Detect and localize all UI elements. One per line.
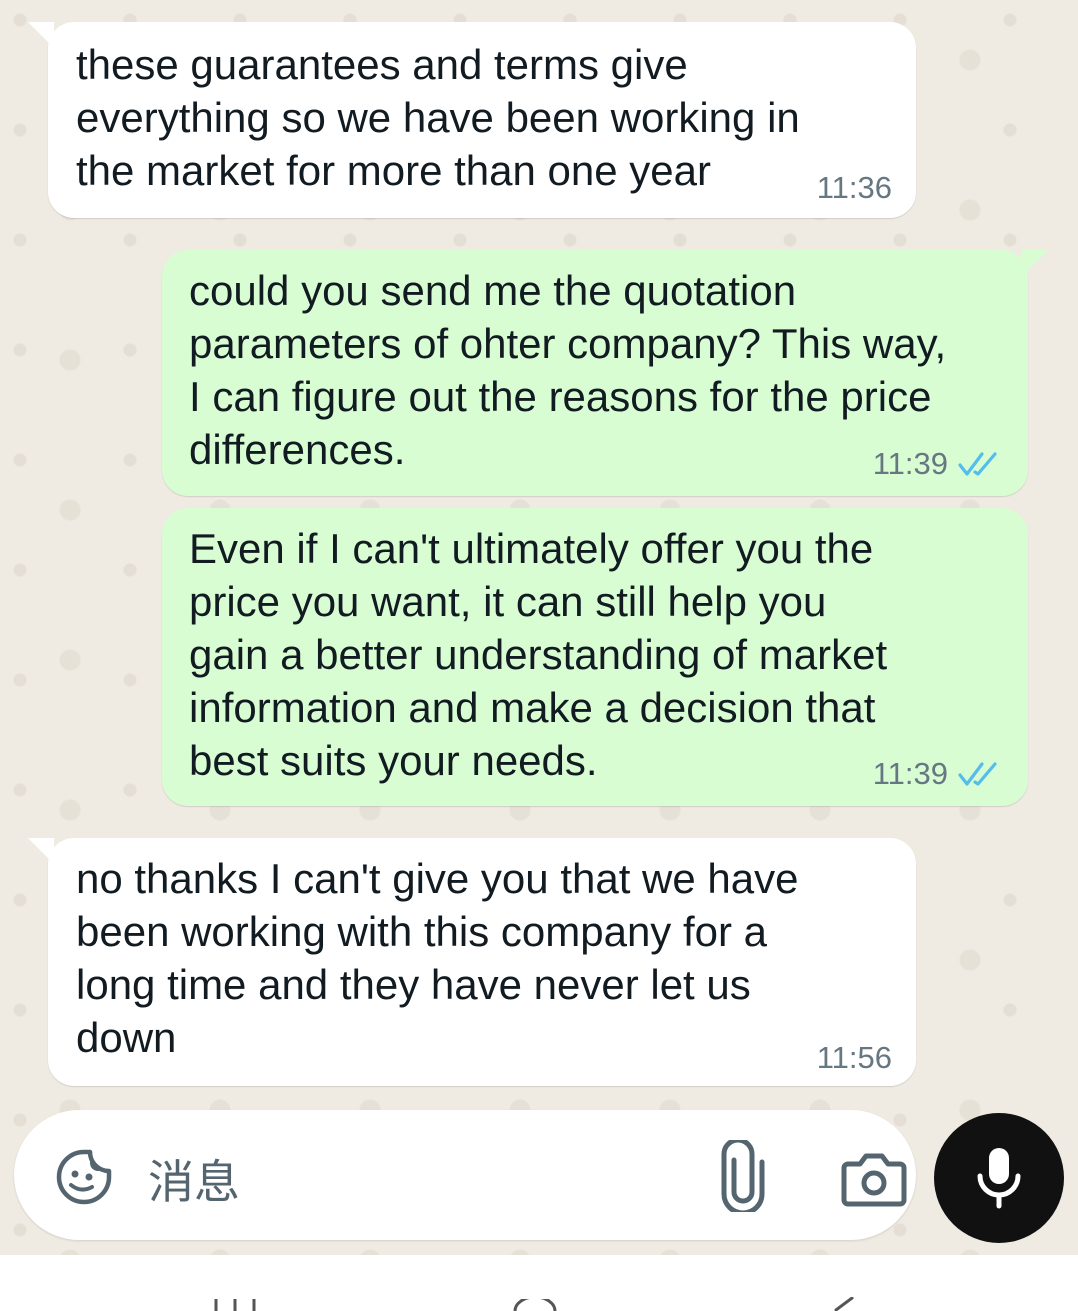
camera-icon[interactable] bbox=[840, 1150, 908, 1208]
back-icon[interactable] bbox=[828, 1297, 858, 1311]
voice-message-button[interactable] bbox=[934, 1113, 1064, 1243]
message-input-placeholder[interactable]: 消息 bbox=[148, 1146, 240, 1212]
message-time: 11:39 bbox=[872, 756, 948, 791]
message-text: Even if I can't ultimately offer you the… bbox=[189, 525, 888, 784]
message-text: these guarantees and terms give everythi… bbox=[76, 41, 800, 194]
bubble-tail bbox=[28, 838, 54, 864]
sticker-icon[interactable] bbox=[54, 1147, 114, 1207]
double-check-read-icon bbox=[958, 762, 997, 786]
message-composer[interactable]: 消息 bbox=[14, 1110, 916, 1240]
message-meta: 11:56 bbox=[817, 1040, 892, 1076]
recent-apps-icon[interactable] bbox=[212, 1299, 258, 1311]
paperclip-icon[interactable] bbox=[714, 1140, 772, 1212]
message-time: 11:56 bbox=[816, 1040, 892, 1075]
message-time: 11:36 bbox=[816, 170, 892, 205]
message-time: 11:39 bbox=[872, 446, 948, 481]
message-meta: 11:36 bbox=[817, 170, 892, 206]
message-bubble-outgoing[interactable]: Even if I can't ultimately offer you the… bbox=[162, 508, 1028, 806]
bubble-tail bbox=[28, 22, 54, 48]
message-meta: 11:39 bbox=[873, 446, 1004, 482]
message-text: no thanks I can't give you that we have … bbox=[76, 855, 799, 1061]
microphone-icon bbox=[977, 1148, 1021, 1209]
message-bubble-incoming[interactable]: these guarantees and terms give everythi… bbox=[28, 22, 916, 218]
message-meta: 11:39 bbox=[873, 756, 1004, 792]
home-icon[interactable] bbox=[512, 1299, 558, 1311]
bubble-tail bbox=[1022, 250, 1048, 276]
system-navigation-bar bbox=[0, 1255, 1078, 1311]
double-check-read-icon bbox=[958, 452, 997, 476]
message-bubble-outgoing[interactable]: could you send me the quotation paramete… bbox=[162, 250, 1048, 496]
message-text: could you send me the quotation paramete… bbox=[189, 267, 947, 473]
message-bubble-incoming[interactable]: no thanks I can't give you that we have … bbox=[28, 838, 916, 1086]
